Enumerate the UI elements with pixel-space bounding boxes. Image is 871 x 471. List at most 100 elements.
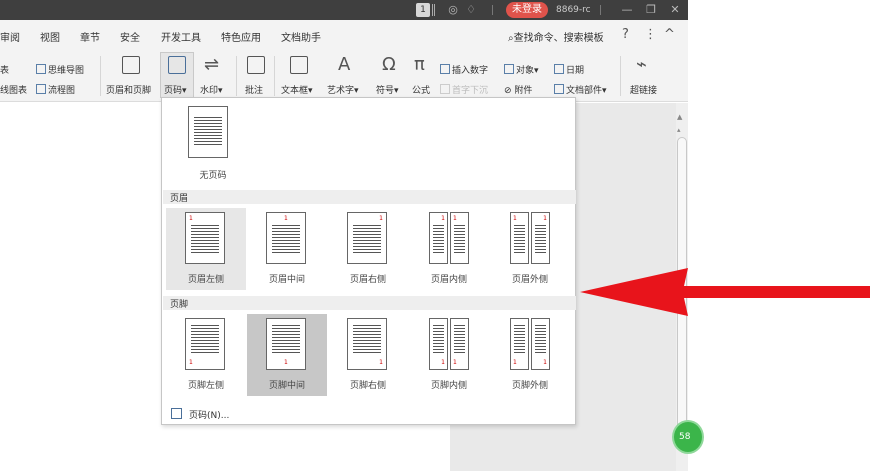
page-number-mark: 1 (453, 359, 457, 366)
watermark-button[interactable]: 水印▾ (200, 83, 223, 96)
option-footer-center[interactable]: 1 页脚中间 (247, 314, 327, 396)
option-footer-left[interactable]: 1 页脚左侧 (166, 314, 246, 396)
option-header-center[interactable]: 1 页眉中间 (247, 208, 327, 290)
flowchart-button[interactable]: 流程图 (36, 83, 75, 96)
comment-button[interactable]: 批注 (245, 83, 263, 96)
text-lines (194, 117, 222, 147)
doc-parts-icon (554, 84, 564, 94)
floating-assistant-button[interactable]: 58 (672, 420, 704, 454)
title-separator (600, 5, 601, 15)
text-lines (433, 325, 444, 355)
more-icon[interactable]: ⋮ (644, 27, 657, 42)
option-header-left[interactable]: 1 页眉左侧 (166, 208, 246, 290)
wordart-button[interactable]: 艺术字▾ (327, 83, 359, 96)
doc-parts-button[interactable]: 文档部件▾ (554, 83, 607, 96)
option-label: 页脚中间 (268, 381, 305, 391)
page-number-mark: 1 (189, 215, 193, 222)
text-lines (353, 225, 381, 255)
scroll-up-icon[interactable]: ▴ (677, 126, 681, 134)
page-number-mark: 1 (284, 215, 288, 222)
hyperlink-button[interactable]: 超链接 (630, 83, 657, 96)
tab-review[interactable]: 审阅 (0, 29, 20, 44)
header-footer-button[interactable]: 页眉和页脚 (106, 83, 151, 96)
page-number-mark: 1 (189, 359, 193, 366)
formula-button[interactable]: 公式 (412, 83, 430, 96)
attachment-button[interactable]: ⊘ 附件 (504, 83, 532, 96)
page-number-settings-icon[interactable] (171, 408, 182, 419)
textbox-button[interactable]: 文本框▾ (281, 83, 313, 96)
help-icon[interactable]: ? (622, 27, 629, 42)
page-preview-left: 1 (510, 212, 529, 264)
title-separator (492, 5, 493, 15)
page-preview-left: 1 (429, 212, 448, 264)
tab-developer[interactable]: 开发工具 (161, 29, 201, 44)
restore-icon[interactable]: ❐ (644, 3, 658, 17)
tab-doc-assistant[interactable]: 文档助手 (281, 29, 321, 44)
user-name: 8869-rc (556, 5, 591, 15)
mindmap-icon (36, 64, 46, 74)
page-preview: 1 (185, 318, 225, 370)
option-header-right[interactable]: 1 页眉右侧 (328, 208, 408, 290)
object-icon (504, 64, 514, 74)
text-lines (535, 225, 546, 255)
date-button[interactable]: 日期 (554, 63, 584, 76)
page-number-mark: 1 (543, 359, 547, 366)
paperclip-icon: ⊘ (504, 86, 515, 96)
text-lines (514, 325, 525, 355)
page-number-settings-item[interactable]: 页码(N)... (189, 408, 229, 421)
scroll-top-icon[interactable]: ▲ (677, 113, 682, 121)
bell-icon[interactable]: ♢ (464, 3, 478, 17)
page-number-mark: 1 (513, 359, 517, 366)
tab-features[interactable]: 特色应用 (221, 29, 261, 44)
option-header-outside[interactable]: 1 1 页眉外侧 (490, 208, 570, 290)
symbol-button[interactable]: 符号▾ (376, 83, 399, 96)
option-label: 页眉左侧 (187, 275, 224, 285)
object-button[interactable]: 对象▾ (504, 63, 539, 76)
tab-security[interactable]: 安全 (120, 29, 140, 44)
table-button-partial[interactable]: 表 (0, 63, 9, 76)
option-label: 页脚内侧 (430, 381, 467, 391)
text-lines (191, 225, 219, 255)
text-lines (433, 225, 444, 255)
flowchart-icon (36, 84, 46, 94)
option-footer-outside[interactable]: 1 1 页脚外侧 (490, 314, 570, 396)
option-footer-right[interactable]: 1 页脚右侧 (328, 314, 408, 396)
page-number-mark: 1 (441, 215, 445, 222)
page-preview: 1 (266, 318, 306, 370)
command-search[interactable]: ⌕查找命令、搜索模板 (508, 29, 604, 44)
annotation-arrow (580, 268, 870, 316)
text-lines (191, 325, 219, 355)
option-label: 页脚左侧 (187, 381, 224, 391)
option-label: 无页码 (199, 171, 227, 181)
text-lines (272, 225, 300, 255)
option-footer-inside[interactable]: 1 1 页脚内侧 (409, 314, 489, 396)
command-search-label: 查找命令、搜索模板 (513, 33, 604, 44)
mindmap-button[interactable]: 思维导图 (36, 63, 84, 76)
collapse-ribbon-icon[interactable]: ^ (664, 27, 675, 42)
close-icon[interactable]: ✕ (668, 3, 682, 17)
page-preview-right: 1 (531, 212, 550, 264)
drop-cap-icon (440, 84, 450, 94)
tab-view[interactable]: 视图 (40, 29, 60, 44)
window-count-badge[interactable]: 1 (416, 3, 430, 17)
insert-number-button[interactable]: 插入数字 (440, 63, 488, 76)
skin-icon[interactable]: ◎ (446, 3, 460, 17)
option-header-inside[interactable]: 1 1 页眉内侧 (409, 208, 489, 290)
ribbon-separator (620, 56, 621, 96)
hyperlink-icon: ⌁ (636, 54, 647, 75)
ribbon-separator (100, 56, 101, 96)
tab-chapter[interactable]: 章节 (80, 29, 100, 44)
page-number-mark: 1 (379, 359, 383, 366)
chart-button-partial[interactable]: 线图表 (0, 83, 27, 96)
minimize-icon[interactable]: — (620, 3, 634, 17)
text-lines (454, 225, 465, 255)
flowchart-label: 流程图 (48, 86, 76, 96)
page-preview-left: 1 (429, 318, 448, 370)
text-lines (272, 325, 300, 355)
layout-icon[interactable] (432, 4, 435, 16)
option-label: 页眉中间 (268, 275, 305, 285)
textbox-icon (290, 56, 308, 74)
login-button[interactable]: 未登录 (506, 2, 548, 18)
option-no-page-number[interactable]: 无页码 (173, 102, 253, 184)
page-preview-right: 1 (531, 318, 550, 370)
